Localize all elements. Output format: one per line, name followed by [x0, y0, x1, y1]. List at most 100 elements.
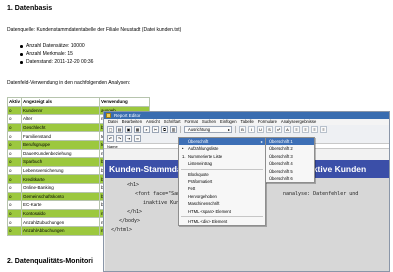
field-usage-text: Datenfeld-Verwendung in den nachfolgende… [7, 80, 131, 86]
align-justify-button[interactable]: ≡ [320, 126, 327, 133]
heading-level-item[interactable]: Überschrift 5 [266, 168, 314, 175]
active-cell: o [6, 182, 23, 193]
data-source-text: Datenquelle: Kundenstammdatentabelle der… [7, 27, 182, 33]
format-menu-label: Aufzählungsliste [188, 146, 219, 152]
paste-icon[interactable]: ▥ [170, 126, 177, 133]
window-title: Report Editor [114, 113, 141, 118]
strike-button[interactable]: S [266, 126, 273, 133]
menu-format[interactable]: Format [185, 119, 198, 125]
field-name-cell: EC-Karte [21, 200, 101, 210]
format-menu-item[interactable]: Präformatiert [179, 178, 265, 185]
format-menu-item[interactable]: Überschrift [179, 138, 265, 146]
menu-formulare[interactable]: Formulare [258, 119, 277, 125]
column-header-active: Aktiv [6, 97, 23, 107]
menu-separator [181, 215, 263, 217]
menu-tabelle[interactable]: Tabelle [241, 119, 254, 125]
menu-schriftart[interactable]: Schriftart [164, 119, 181, 125]
active-cell: o [6, 122, 23, 133]
format-menu-label: Fett [188, 186, 196, 192]
menu-separator [181, 168, 263, 170]
heading-level-item[interactable]: Überschrift 2 [266, 145, 314, 152]
app-icon [106, 113, 111, 118]
menu-datei[interactable]: Datei [108, 119, 118, 125]
menu-bearbeiten[interactable]: Bearbeiten [122, 119, 142, 125]
field-name-cell: Kundennr [21, 105, 101, 116]
data-date-item: Datenstand: 2011-12-20 00:36 [19, 59, 94, 65]
heading-level-item[interactable]: Überschrift 6 [266, 175, 314, 182]
superscript-button[interactable]: x² [275, 126, 282, 133]
undo-icon[interactable]: ↶ [107, 135, 114, 142]
format-menu-label: Nummerierte Liste [188, 153, 223, 159]
italic-button[interactable]: I [248, 126, 255, 133]
format-dropdown-menu: Überschrift•Aufzählungsliste1.Nummeriert… [178, 137, 266, 227]
column-header-name: Angezeigt als [21, 97, 101, 107]
heading-level-item[interactable]: Überschrift 4 [266, 160, 314, 167]
format-menu-label: HTML <div> Element [188, 218, 228, 224]
format-menu-item[interactable]: HTML <div> Element [179, 218, 265, 225]
active-cell: o [6, 191, 23, 202]
field-name-cell: AnzahlZubuchungen [21, 217, 101, 227]
field-name-cell: Gemeinschaftskonto [21, 191, 101, 202]
field-name-cell: Lebensversicherung [21, 165, 101, 176]
field-name-cell: DauerKundenbeziehung [21, 148, 101, 159]
format-menu-item[interactable]: Maschinenschrift [179, 200, 265, 207]
redo-icon[interactable]: ↷ [116, 135, 123, 142]
active-cell: o [6, 208, 23, 219]
active-cell: o [6, 105, 23, 116]
font-color-button[interactable]: A [284, 126, 291, 133]
save-icon[interactable]: ▣ [125, 126, 132, 133]
heading-level-item[interactable]: Überschrift 1 [266, 138, 314, 146]
data-summary-list: Anzahl Datensätze: 10000 Anzahl Merkmale… [19, 42, 94, 66]
format-menu-item[interactable]: • Aufzählungsliste [179, 145, 265, 152]
format-menu-label: Präformatiert [188, 178, 213, 184]
copy-icon[interactable]: ⧉ [161, 126, 168, 133]
active-cell: o [6, 200, 23, 210]
cut-icon[interactable]: ✂ [152, 126, 159, 133]
window-titlebar[interactable]: Report Editor [104, 112, 389, 119]
menu-analyseergebnisse[interactable]: Analyseergebnisse [281, 119, 316, 125]
menu-einfuegen[interactable]: Einfügen [220, 119, 237, 125]
new-file-icon[interactable]: ▢ [107, 126, 114, 133]
feature-count-item: Anzahl Merkmale: 15 [19, 50, 93, 58]
menu-ansicht[interactable]: Ansicht [146, 119, 160, 125]
format-menu-label: Listeneintrag [188, 161, 212, 167]
column-header-usage: Verwendung [99, 97, 151, 107]
open-folder-icon[interactable]: ▤ [116, 126, 123, 133]
underline-button[interactable]: U [257, 126, 264, 133]
code-line: <font face="Sans [135, 191, 184, 197]
format-menu-item[interactable]: Listeneintrag [179, 160, 265, 167]
active-cell: o [6, 217, 23, 227]
field-name-cell: Sparbuch [21, 157, 101, 167]
heading-level-item[interactable]: Überschrift 3 [266, 153, 314, 160]
format-menu-item[interactable]: HTML <span> Element [179, 208, 265, 215]
alignment-dropdown[interactable]: Ausrichtung [184, 126, 232, 133]
align-right-button[interactable]: ≡ [311, 126, 318, 133]
print-icon[interactable]: ▦ [134, 126, 141, 133]
active-cell: o [6, 131, 23, 141]
active-cell: o [6, 114, 23, 124]
align-left-button[interactable]: ≡ [293, 126, 300, 133]
active-cell: o [6, 139, 23, 150]
format-menu-label: Maschinenschrift [188, 201, 220, 207]
active-cell: o [6, 148, 23, 159]
code-line: </h1> [127, 209, 143, 215]
format-menu-item[interactable]: Fett [179, 185, 265, 192]
field-name-cell: AnzahlAbbuchungen [21, 225, 101, 236]
link-icon[interactable]: ∞ [134, 135, 141, 142]
section-heading-quality: 2. Datenqualitäts-Monitori [7, 258, 93, 265]
code-line: </body> [119, 218, 141, 224]
code-line: nanalyse: Datenfehler und [283, 191, 359, 197]
bold-button[interactable]: B [239, 126, 246, 133]
indent-icon[interactable]: ⇥ [125, 135, 132, 142]
format-menu-label: Überschrift [188, 139, 209, 144]
field-name-cell: Familienstand [21, 131, 101, 141]
active-cell: o [6, 165, 23, 176]
menu-suchen[interactable]: Suchen [202, 119, 216, 125]
find-icon[interactable]: ⌕ [143, 126, 150, 133]
format-menu-item[interactable]: Hervorgehoben [179, 193, 265, 200]
format-menu-item[interactable]: 1. Nummerierte Liste [179, 153, 265, 160]
record-count-item: Anzahl Datensätze: 10000 [19, 42, 93, 50]
align-center-button[interactable]: ≡ [302, 126, 309, 133]
format-menu-label: HTML <span> Element [188, 208, 231, 214]
format-menu-item[interactable]: Blockquote [179, 171, 265, 178]
